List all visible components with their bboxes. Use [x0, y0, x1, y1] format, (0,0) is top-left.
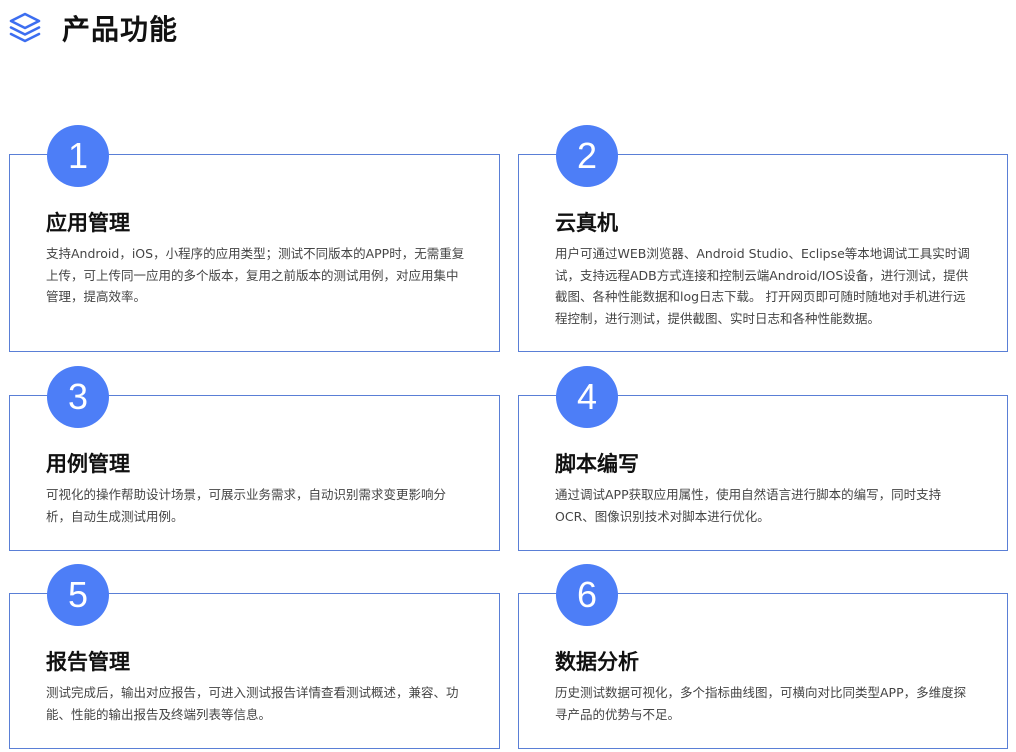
- feature-number-badge: 2: [556, 125, 618, 187]
- feature-description: 通过调试APP获取应用属性，使用自然语言进行脚本的编写，同时支持OCR、图像识别…: [555, 487, 942, 524]
- feature-card-data-analysis: 6 数据分析 历史测试数据可视化，多个指标曲线图，可横向对比同类型APP，多维度…: [518, 564, 1008, 749]
- feature-number-badge: 1: [47, 125, 109, 187]
- layers-icon: [8, 11, 42, 45]
- feature-number-badge: 5: [47, 564, 109, 626]
- feature-description: 测试完成后，输出对应报告，可进入测试报告详情查看测试概述，兼容、功能、性能的输出…: [46, 685, 459, 722]
- feature-title: 云真机: [555, 211, 618, 235]
- feature-description: 可视化的操作帮助设计场景，可展示业务需求，自动识别需求变更影响分析，自动生成测试…: [46, 487, 447, 524]
- feature-title: 应用管理: [46, 211, 130, 235]
- feature-card-cloud-device: 2 云真机 用户可通过WEB浏览器、Android Studio、Eclipse…: [518, 125, 1008, 352]
- feature-number-badge: 6: [556, 564, 618, 626]
- feature-card-case-management: 3 用例管理 可视化的操作帮助设计场景，可展示业务需求，自动识别需求变更影响分析…: [9, 366, 500, 551]
- feature-description: 用户可通过WEB浏览器、Android Studio、Eclipse等本地调试工…: [555, 246, 970, 326]
- feature-title: 用例管理: [46, 452, 130, 476]
- feature-description: 支持Android，iOS，小程序的应用类型；测试不同版本的APP时，无需重复上…: [46, 246, 465, 304]
- feature-card-script-writing: 4 脚本编写 通过调试APP获取应用属性，使用自然语言进行脚本的编写，同时支持O…: [518, 366, 1008, 551]
- feature-title: 数据分析: [555, 650, 639, 674]
- feature-number-badge: 3: [47, 366, 109, 428]
- feature-description: 历史测试数据可视化，多个指标曲线图，可横向对比同类型APP，多维度探寻产品的优势…: [555, 685, 967, 722]
- feature-card-app-management: 1 应用管理 支持Android，iOS，小程序的应用类型；测试不同版本的APP…: [9, 125, 500, 352]
- section-header: 产品功能: [8, 10, 178, 46]
- feature-number-badge: 4: [556, 366, 618, 428]
- feature-title: 脚本编写: [555, 452, 639, 476]
- feature-title: 报告管理: [46, 650, 130, 674]
- page-title: 产品功能: [62, 13, 179, 46]
- feature-card-report-management: 5 报告管理 测试完成后，输出对应报告，可进入测试报告详情查看测试概述，兼容、功…: [9, 564, 500, 749]
